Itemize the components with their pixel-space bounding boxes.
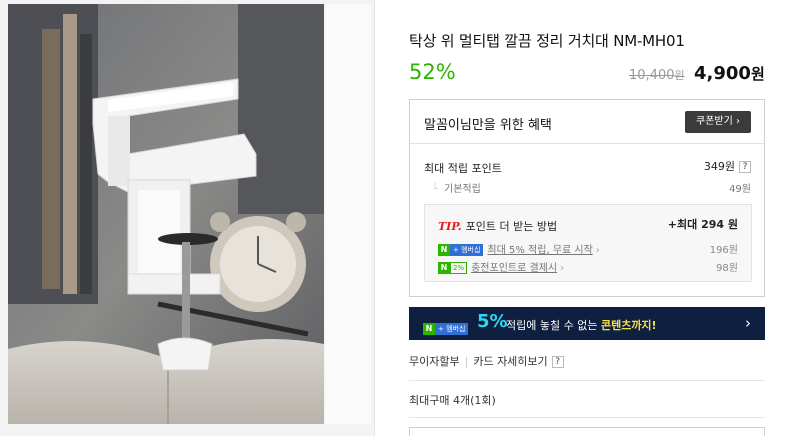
gallery-side-strip bbox=[325, 4, 371, 424]
plus-membership-badge: + 멤버십 bbox=[435, 322, 469, 335]
divider bbox=[409, 417, 765, 418]
banner-badges: N + 멤버십 bbox=[423, 318, 472, 337]
benefit-panel: 말꼼이님만을 위한 혜택 쿠폰받기 › 최대 적립 포인트 349원? └ 기본적… bbox=[409, 99, 765, 297]
chevron-right-icon: › bbox=[560, 263, 565, 274]
membership-banner[interactable]: N + 멤버십 5% 적립에 놓칠 수 없는 콘텐츠까지! › bbox=[409, 307, 765, 340]
product-gallery bbox=[0, 0, 375, 436]
membership-points-value: 196원 bbox=[709, 245, 738, 256]
tip-label: TIP. 포인트 더 받는 방법 bbox=[438, 218, 557, 234]
max-points: 349원? bbox=[704, 158, 751, 174]
charge-points-text: 충전포인트로 결제시 bbox=[471, 263, 558, 274]
naver-n-icon: N bbox=[438, 244, 450, 256]
chevron-right-icon: › bbox=[745, 314, 751, 332]
card-detail-link[interactable]: 카드 자세히보기 bbox=[473, 355, 547, 368]
sale-price-value: 4,900 bbox=[694, 63, 751, 84]
max-points-help-button[interactable]: ? bbox=[739, 161, 751, 173]
tip-label-text: 포인트 더 받는 방법 bbox=[465, 220, 558, 233]
payment-options: 무이자할부 | 카드 자세히보기? bbox=[409, 353, 564, 369]
membership-points-link[interactable]: N + 멤버십 최대 5% 적립, 무료 시작 › bbox=[438, 241, 600, 256]
max-purchase: 최대구매 4개(1회) bbox=[409, 394, 496, 407]
tip-mark: TIP. bbox=[438, 220, 462, 233]
plus-membership-badge: + 멤버십 bbox=[450, 244, 484, 256]
benefit-title: 말꼼이님만을 위한 혜택 bbox=[424, 118, 552, 133]
banner-text-main: 적립에 놓칠 수 없는 bbox=[506, 319, 601, 332]
chevron-right-icon: › bbox=[595, 245, 600, 256]
coupon-download-button[interactable]: 쿠폰받기 › bbox=[685, 111, 751, 133]
banner-percent: 5% bbox=[477, 311, 508, 332]
discount-rate: 52% bbox=[409, 60, 456, 84]
sale-price-unit: 원 bbox=[750, 65, 765, 83]
original-price-unit: 원 bbox=[674, 69, 685, 82]
divider bbox=[409, 380, 765, 381]
original-price-value: 10,400 bbox=[629, 68, 675, 83]
naver-n-icon: N bbox=[438, 262, 450, 274]
banner-text-highlight: 콘텐츠까지! bbox=[600, 319, 657, 332]
naver-n-icon: N bbox=[423, 322, 435, 335]
charge-points-link[interactable]: N 2% 충전포인트로 결제시 › bbox=[438, 259, 564, 274]
basic-points-label: └ 기본적립 bbox=[432, 180, 481, 195]
tree-branch-icon: └ bbox=[432, 184, 439, 195]
card-detail-help-button[interactable]: ? bbox=[551, 356, 564, 368]
sale-price: 4,900원 bbox=[694, 63, 765, 84]
banner-text: 적립에 놓칠 수 없는 콘텐츠까지! bbox=[506, 317, 657, 333]
membership-points-text: 최대 5% 적립, 무료 시작 bbox=[487, 245, 593, 256]
product-image[interactable] bbox=[8, 4, 324, 424]
basic-points-value: 49원 bbox=[729, 184, 751, 195]
point-tip-box: TIP. 포인트 더 받는 방법 +최대 294 원 N + 멤버십 최대 5% 적립… bbox=[424, 204, 752, 282]
installment-label: 무이자할부 bbox=[409, 355, 460, 368]
two-percent-badge: 2% bbox=[450, 262, 468, 274]
tip-max-points: +최대 294 원 bbox=[667, 218, 738, 231]
benefit-header: 말꼼이님만을 위한 혜택 쿠폰받기 › bbox=[410, 100, 764, 144]
max-points-value: 349원 bbox=[703, 160, 735, 173]
max-points-label: 최대 적립 포인트 bbox=[424, 162, 502, 175]
basic-points-label-text: 기본적립 bbox=[444, 184, 481, 195]
product-photo-illustration bbox=[8, 4, 324, 424]
option-select-box[interactable] bbox=[409, 427, 765, 436]
original-price: 10,400원 bbox=[629, 67, 685, 83]
product-title: 탁상 위 멀티탭 깔끔 정리 거치대 NM-MH01 bbox=[409, 32, 685, 50]
separator: | bbox=[464, 355, 469, 368]
charge-points-value: 98원 bbox=[716, 263, 738, 274]
